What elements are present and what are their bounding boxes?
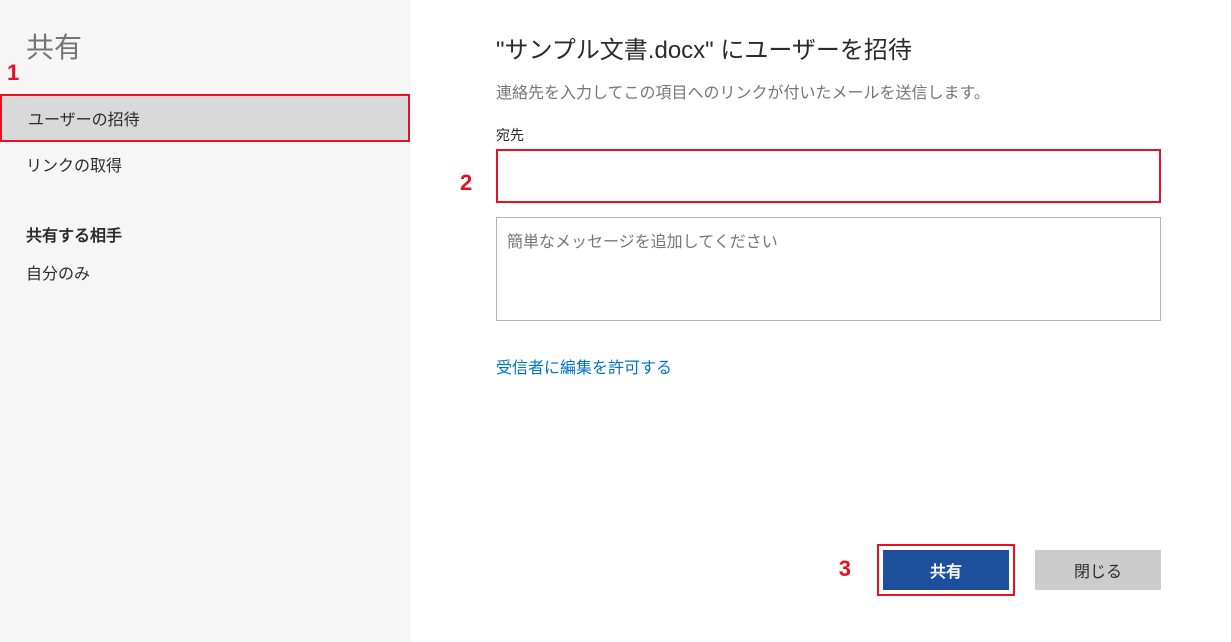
sidebar-section-label: 共有する相手 [0, 212, 410, 250]
button-row: 共有 閉じる [877, 544, 1161, 596]
sidebar-item-get-link[interactable]: リンクの取得 [0, 142, 410, 186]
recipient-input[interactable] [496, 149, 1161, 203]
sidebar-title: 共有 [0, 26, 410, 66]
page-title: "サンプル文書.docx" にユーザーを招待 [496, 30, 1161, 65]
annotation-3: 3 [839, 556, 851, 582]
message-textarea[interactable] [496, 217, 1161, 321]
close-button[interactable]: 閉じる [1035, 550, 1161, 590]
share-button[interactable]: 共有 [883, 550, 1009, 590]
sidebar: 共有 ユーザーの招待 リンクの取得 共有する相手 自分のみ [0, 0, 410, 642]
share-button-highlight: 共有 [877, 544, 1015, 596]
sidebar-item-label: リンクの取得 [26, 158, 122, 175]
recipient-label: 宛先 [496, 125, 1161, 145]
page-subtitle: 連絡先を入力してこの項目へのリンクが付いたメールを送信します。 [496, 79, 1161, 103]
annotation-1: 1 [7, 60, 19, 86]
sidebar-item-invite-users[interactable]: ユーザーの招待 [0, 94, 410, 142]
sidebar-item-label: 自分のみ [26, 266, 90, 283]
permission-link[interactable]: 受信者に編集を許可する [496, 354, 672, 378]
main-panel: "サンプル文書.docx" にユーザーを招待 連絡先を入力してこの項目へのリンク… [410, 0, 1231, 642]
sidebar-shared-with-item[interactable]: 自分のみ [0, 250, 410, 294]
sidebar-item-label: ユーザーの招待 [28, 112, 140, 129]
annotation-2: 2 [460, 170, 472, 196]
